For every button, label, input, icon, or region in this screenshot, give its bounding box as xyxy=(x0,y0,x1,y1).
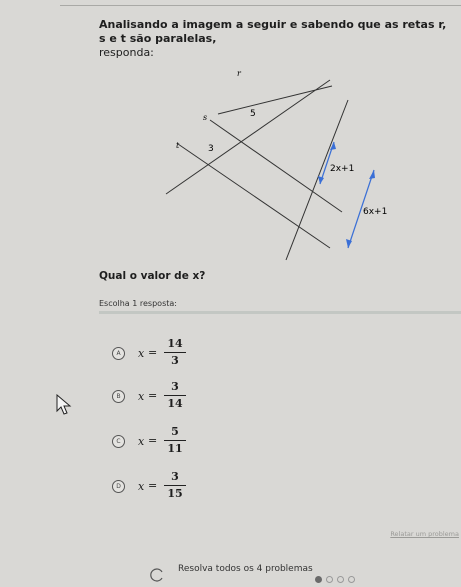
fraction-bar xyxy=(164,352,186,353)
option-d[interactable]: D x = 3 15 xyxy=(112,470,262,514)
mouse-pointer-icon xyxy=(56,394,72,415)
fraction-bar xyxy=(164,440,186,441)
prompt-text: Qual o valor de x? xyxy=(99,270,206,282)
choose-instruction: Escolha 1 resposta: xyxy=(99,299,177,308)
report-problem-link[interactable]: Relatar um problema xyxy=(390,530,459,538)
option-b-numerator: 3 xyxy=(171,380,179,393)
option-a-variable: x xyxy=(138,347,145,360)
option-c-variable: x xyxy=(138,435,145,448)
option-b-radio[interactable]: B xyxy=(112,390,125,403)
line-t xyxy=(177,143,331,249)
option-d-variable: x xyxy=(138,480,145,493)
option-c[interactable]: C x = 5 11 xyxy=(112,425,262,469)
label-5: 5 xyxy=(250,109,256,119)
question-line-1: Analisando a imagem a seguir e sabendo q… xyxy=(99,18,447,45)
option-b-fraction: 3 14 xyxy=(164,380,186,411)
option-d-equals: = xyxy=(148,479,158,492)
option-c-equals: = xyxy=(148,434,158,447)
progress-dots xyxy=(315,568,359,587)
arrowhead-icon xyxy=(369,170,375,179)
option-d-denominator: 15 xyxy=(167,487,183,500)
top-divider xyxy=(60,5,461,6)
footer-progress-text: Resolva todos os 4 problemas xyxy=(178,564,313,574)
option-a-denominator: 3 xyxy=(171,354,179,367)
option-a-numerator: 14 xyxy=(167,337,183,350)
option-a-fraction: 14 3 xyxy=(164,337,186,368)
option-d-numerator: 3 xyxy=(171,470,179,483)
option-a[interactable]: A x = 14 3 xyxy=(112,337,262,381)
option-c-fraction: 5 11 xyxy=(164,425,186,456)
option-b-variable: x xyxy=(138,390,145,403)
label-3: 3 xyxy=(208,144,214,154)
transversal-upper xyxy=(165,79,331,195)
fraction-bar xyxy=(164,395,186,396)
label-s: s xyxy=(203,113,207,122)
option-a-equals: = xyxy=(148,346,158,359)
label-r: r xyxy=(237,69,242,78)
parallel-lines-figure: r s t 5 3 2x+1 6x+1 xyxy=(165,69,387,261)
options-divider xyxy=(99,311,461,314)
option-c-denominator: 11 xyxy=(167,442,183,455)
option-b-equals: = xyxy=(148,389,158,402)
option-a-radio[interactable]: A xyxy=(112,347,125,360)
checkmark-circle-icon xyxy=(150,568,163,582)
question-text: Analisando a imagem a seguir e sabendo q… xyxy=(99,18,451,60)
question-line-2: responda: xyxy=(99,46,154,59)
option-c-numerator: 5 xyxy=(171,425,179,438)
label-6x-plus-1: 6x+1 xyxy=(363,207,387,217)
label-2x-plus-1: 2x+1 xyxy=(330,164,354,174)
option-b-denominator: 14 xyxy=(167,397,183,410)
option-d-fraction: 3 15 xyxy=(164,470,186,501)
option-c-radio[interactable]: C xyxy=(112,435,125,448)
fraction-bar xyxy=(164,485,186,486)
option-b[interactable]: B x = 3 14 xyxy=(112,380,262,424)
option-d-radio[interactable]: D xyxy=(112,480,125,493)
footer-bar: Resolva todos os 4 problemas xyxy=(0,558,461,583)
